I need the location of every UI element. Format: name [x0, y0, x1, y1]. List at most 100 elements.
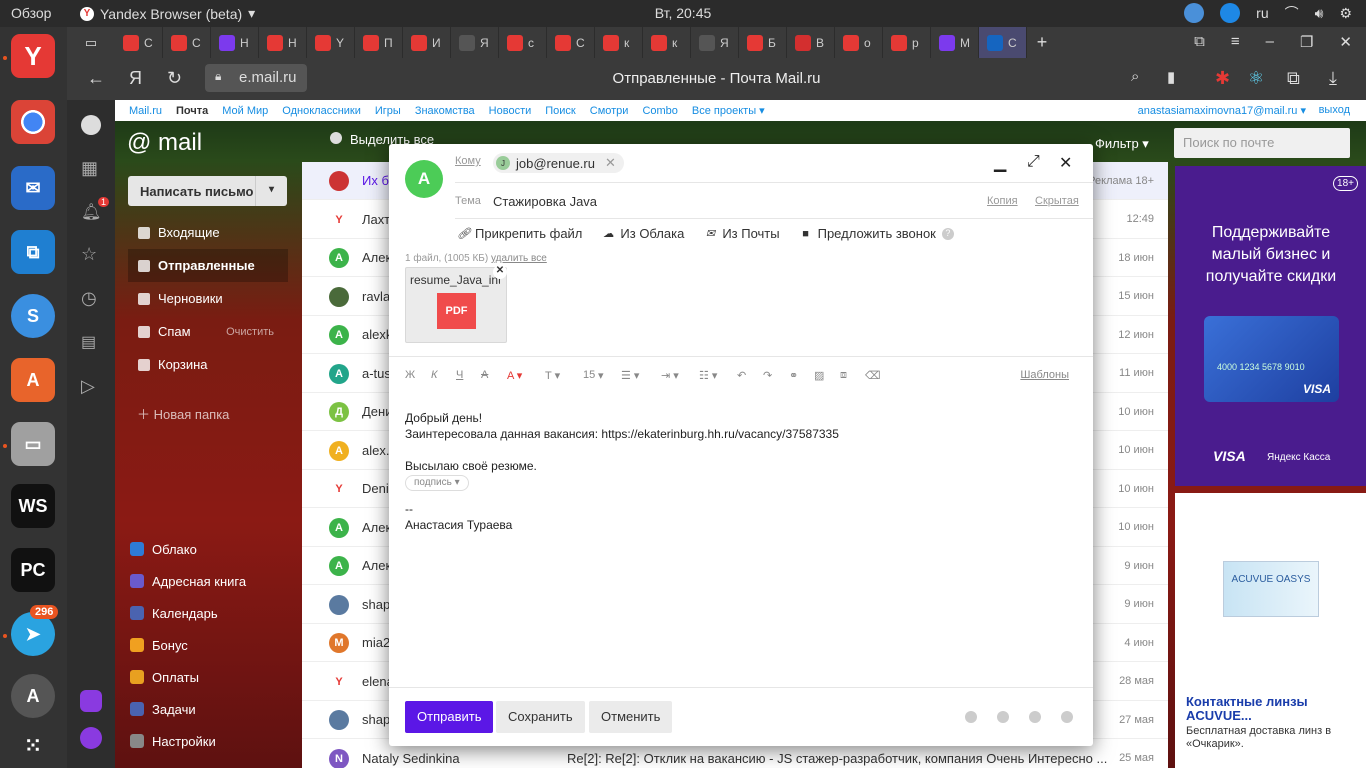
- reminder-icon[interactable]: [1029, 711, 1041, 723]
- folder-action[interactable]: Очистить: [226, 326, 274, 338]
- history-icon[interactable]: ◷: [81, 288, 97, 309]
- reload-icon[interactable]: ↻: [167, 68, 182, 89]
- extension-bug-icon[interactable]: ✱: [1215, 68, 1230, 89]
- browser-tab[interactable]: Я: [451, 27, 499, 58]
- portal-link[interactable]: Mail.ru: [129, 105, 162, 117]
- overview-button[interactable]: Обзор: [11, 5, 51, 21]
- message-body[interactable]: Добрый день! Заинтересовала данная вакан…: [405, 410, 839, 474]
- pycharm-dock-icon[interactable]: PC: [11, 548, 55, 592]
- priority-icon[interactable]: [965, 711, 977, 723]
- minimize-icon[interactable]: –: [1266, 33, 1274, 51]
- yandex-logo-icon[interactable]: Я: [129, 68, 142, 89]
- browser-tab[interactable]: к: [643, 27, 691, 58]
- logout-link[interactable]: выход: [1319, 104, 1350, 116]
- downloads-icon[interactable]: ⤓: [1329, 68, 1337, 89]
- close-icon[interactable]: ✕: [1339, 33, 1352, 51]
- folder-item[interactable]: Корзина: [128, 348, 288, 381]
- browser-tab[interactable]: И: [403, 27, 451, 58]
- compose-button[interactable]: Написать письмо ▾: [128, 176, 287, 206]
- wifi-icon[interactable]: ⌒: [1285, 3, 1299, 23]
- undo-icon[interactable]: ↶: [737, 369, 746, 382]
- folder-item[interactable]: Черновики: [128, 282, 288, 315]
- service-item[interactable]: Календарь: [130, 597, 300, 629]
- subject-field[interactable]: Стажировка Java: [493, 194, 597, 209]
- service-item[interactable]: Задачи: [130, 693, 300, 725]
- extension-icon[interactable]: ⧉: [1287, 68, 1300, 89]
- ad-banner-visa[interactable]: 18+ Поддерживайте малый бизнес и получай…: [1175, 166, 1366, 486]
- language-indicator[interactable]: ru: [1256, 5, 1268, 21]
- search-input[interactable]: Поиск по почте: [1174, 128, 1350, 158]
- browser-tab[interactable]: В: [787, 27, 835, 58]
- minimize-icon[interactable]: ▁: [994, 153, 1006, 173]
- text-color-icon[interactable]: A ▾: [507, 369, 522, 382]
- volume-icon[interactable]: 🔊︎: [1315, 5, 1324, 22]
- menu-icon[interactable]: ≡: [1231, 33, 1240, 51]
- browser-tab[interactable]: П: [355, 27, 403, 58]
- simplenote-dock-icon[interactable]: S: [11, 294, 55, 338]
- underline-icon[interactable]: Ч: [456, 369, 463, 381]
- chrome-dock-icon[interactable]: [11, 100, 55, 144]
- react-devtools-icon[interactable]: ⚛: [1248, 68, 1264, 89]
- italic-icon[interactable]: К: [431, 369, 437, 381]
- portal-link[interactable]: Все проекты ▾: [692, 104, 765, 117]
- restore-icon[interactable]: ❐: [1300, 33, 1313, 51]
- portal-link[interactable]: Combo: [642, 105, 677, 117]
- sidebar-toggle-icon[interactable]: ▭: [67, 27, 115, 58]
- receipt-icon[interactable]: [997, 711, 1009, 723]
- service-item[interactable]: Оплаты: [130, 661, 300, 693]
- new-tab-button[interactable]: +: [1027, 32, 1057, 53]
- browser-tab[interactable]: C: [163, 27, 211, 58]
- browser-tab[interactable]: Я: [691, 27, 739, 58]
- new-folder-button[interactable]: ＋ Новая папка: [137, 404, 229, 423]
- app-menu[interactable]: Y Yandex Browser (beta) ▾: [80, 5, 255, 22]
- webstorm-dock-icon[interactable]: WS: [11, 484, 55, 528]
- align-icon[interactable]: ☰ ▾: [621, 369, 639, 382]
- expand-icon[interactable]: ⤢: [1027, 153, 1040, 171]
- from-mail-button[interactable]: ✉ Из Почты: [704, 226, 780, 241]
- settings-icon[interactable]: ⚙︎: [1339, 5, 1352, 22]
- bookmark-icon[interactable]: ▮: [1167, 68, 1175, 86]
- portal-link[interactable]: Новости: [489, 105, 532, 117]
- help-icon[interactable]: ?: [941, 227, 954, 240]
- remove-attachment-icon[interactable]: ✕: [493, 265, 507, 279]
- browser-tab[interactable]: Н: [211, 27, 259, 58]
- vscode-dock-icon[interactable]: ⧉: [11, 230, 55, 274]
- folder-item[interactable]: Входящие: [128, 216, 288, 249]
- portal-link[interactable]: Поиск: [545, 105, 575, 117]
- browser-tab[interactable]: Б: [739, 27, 787, 58]
- portal-link[interactable]: Одноклассники: [282, 105, 361, 117]
- profile-icon[interactable]: [81, 115, 101, 135]
- folder-item[interactable]: Спам Очистить: [128, 315, 288, 348]
- font-size-chevron-icon[interactable]: ▾: [598, 369, 604, 382]
- bcc-link[interactable]: Скрытая: [1035, 195, 1079, 207]
- schedule-icon[interactable]: [1061, 711, 1073, 723]
- font-family-icon[interactable]: T ▾: [545, 369, 560, 382]
- browser-tab[interactable]: С: [547, 27, 595, 58]
- portal-link[interactable]: Мой Мир: [222, 105, 268, 117]
- portal-link[interactable]: Почта: [176, 105, 208, 117]
- templates-link[interactable]: Шаблоны: [1020, 369, 1069, 381]
- browser-tab[interactable]: с: [499, 27, 547, 58]
- browser-tab[interactable]: М: [931, 27, 979, 58]
- files-dock-icon[interactable]: ▭: [11, 422, 55, 466]
- folder-item[interactable]: Отправленные: [128, 249, 288, 282]
- browser-tab[interactable]: к: [595, 27, 643, 58]
- service-item[interactable]: Адресная книга: [130, 565, 300, 597]
- propose-call-button[interactable]: ■ Предложить звонок?: [800, 226, 954, 241]
- bold-icon[interactable]: Ж: [405, 369, 415, 381]
- close-icon[interactable]: ✕: [1059, 153, 1072, 173]
- search-icon[interactable]: ⌕: [1131, 68, 1139, 85]
- browser-tab[interactable]: р: [883, 27, 931, 58]
- browser-tab[interactable]: С: [979, 27, 1027, 58]
- from-cloud-button[interactable]: ☁ Из Облака: [602, 226, 684, 241]
- filter-button[interactable]: Фильтр ▾: [1095, 136, 1149, 152]
- ad-title[interactable]: Контактные линзы ACUVUE...: [1186, 695, 1366, 723]
- ad-banner-acuvue[interactable]: ACUVUE OASYS Контактные линзы ACUVUE... …: [1175, 493, 1366, 768]
- back-icon[interactable]: ←: [87, 68, 105, 89]
- portal-link[interactable]: Смотри: [590, 105, 629, 117]
- browser-tab[interactable]: C: [115, 27, 163, 58]
- compose-dropdown-icon[interactable]: ▾: [255, 176, 287, 206]
- browser-tab[interactable]: Y: [307, 27, 355, 58]
- browser-tab[interactable]: Н: [259, 27, 307, 58]
- send-button[interactable]: Отправить: [405, 701, 494, 733]
